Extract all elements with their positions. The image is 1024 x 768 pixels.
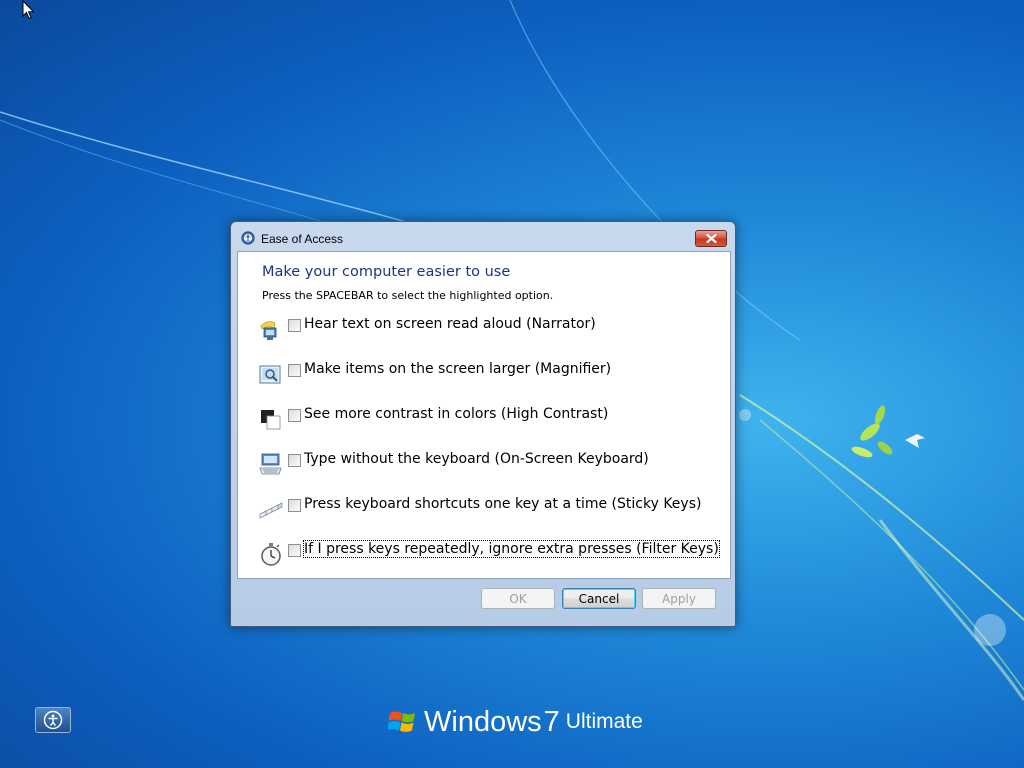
- sticky-keys-label[interactable]: Press keyboard shortcuts one key at a ti…: [304, 496, 701, 512]
- option-sticky-keys[interactable]: Press keyboard shortcuts one key at a ti…: [258, 496, 718, 526]
- filter-keys-checkbox[interactable]: [288, 544, 301, 557]
- on-screen-keyboard-icon: [259, 453, 282, 475]
- option-narrator[interactable]: Hear text on screen read aloud (Narrator…: [258, 316, 718, 346]
- magnifier-checkbox[interactable]: [288, 364, 301, 377]
- windows-branding: Windows 7 Ultimate: [388, 704, 643, 740]
- dialog-content: Make your computer easier to use Press t…: [237, 251, 731, 579]
- leaves-decoration: [851, 405, 893, 458]
- high-contrast-label[interactable]: See more contrast in colors (High Contra…: [304, 406, 608, 422]
- ease-of-access-icon: [43, 710, 63, 730]
- option-magnifier[interactable]: Make items on the screen larger (Magnifi…: [258, 361, 718, 391]
- dialog-titlebar[interactable]: Ease of Access: [231, 222, 735, 252]
- apply-button[interactable]: Apply: [642, 588, 716, 609]
- ease-of-access-icon: [241, 231, 255, 245]
- brand-version-text: 7: [543, 705, 560, 738]
- dialog-button-bar: OK Cancel Apply: [237, 578, 729, 620]
- narrator-icon: [260, 321, 277, 340]
- brand-windows-text: Windows: [424, 705, 542, 738]
- option-on-screen-keyboard[interactable]: Type without the keyboard (On-Screen Key…: [258, 451, 718, 481]
- mouse-cursor-icon: [22, 0, 35, 20]
- sticky-keys-icon: [259, 502, 283, 519]
- option-high-contrast[interactable]: See more contrast in colors (High Contra…: [258, 406, 718, 436]
- dialog-heading: Make your computer easier to use: [262, 264, 511, 280]
- option-filter-keys[interactable]: If I press keys repeatedly, ignore extra…: [258, 540, 720, 571]
- on-screen-keyboard-checkbox[interactable]: [288, 454, 301, 467]
- dialog-title: Ease of Access: [261, 232, 344, 246]
- filter-keys-label[interactable]: If I press keys repeatedly, ignore extra…: [303, 540, 720, 558]
- narrator-label[interactable]: Hear text on screen read aloud (Narrator…: [304, 316, 596, 332]
- sticky-keys-checkbox[interactable]: [288, 499, 301, 512]
- close-button[interactable]: [695, 230, 727, 247]
- dialog-instructions: Press the SPACEBAR to select the highlig…: [262, 289, 554, 302]
- ok-button[interactable]: OK: [481, 588, 555, 609]
- narrator-checkbox[interactable]: [288, 319, 301, 332]
- magnifier-label[interactable]: Make items on the screen larger (Magnifi…: [304, 361, 611, 377]
- magnifier-icon: [259, 365, 281, 384]
- close-icon: [705, 234, 717, 243]
- bird-icon: [905, 434, 925, 448]
- brand-edition-text: Ultimate: [565, 710, 643, 733]
- cancel-button[interactable]: Cancel: [562, 588, 636, 609]
- high-contrast-checkbox[interactable]: [288, 409, 301, 422]
- ease-of-access-dialog: Ease of Access Make your computer easier…: [230, 221, 736, 627]
- windows-logo-icon: [388, 711, 415, 732]
- high-contrast-icon: [261, 410, 281, 430]
- filter-keys-icon: [261, 543, 281, 566]
- on-screen-keyboard-label[interactable]: Type without the keyboard (On-Screen Key…: [304, 451, 649, 467]
- ease-of-access-button[interactable]: [35, 707, 71, 733]
